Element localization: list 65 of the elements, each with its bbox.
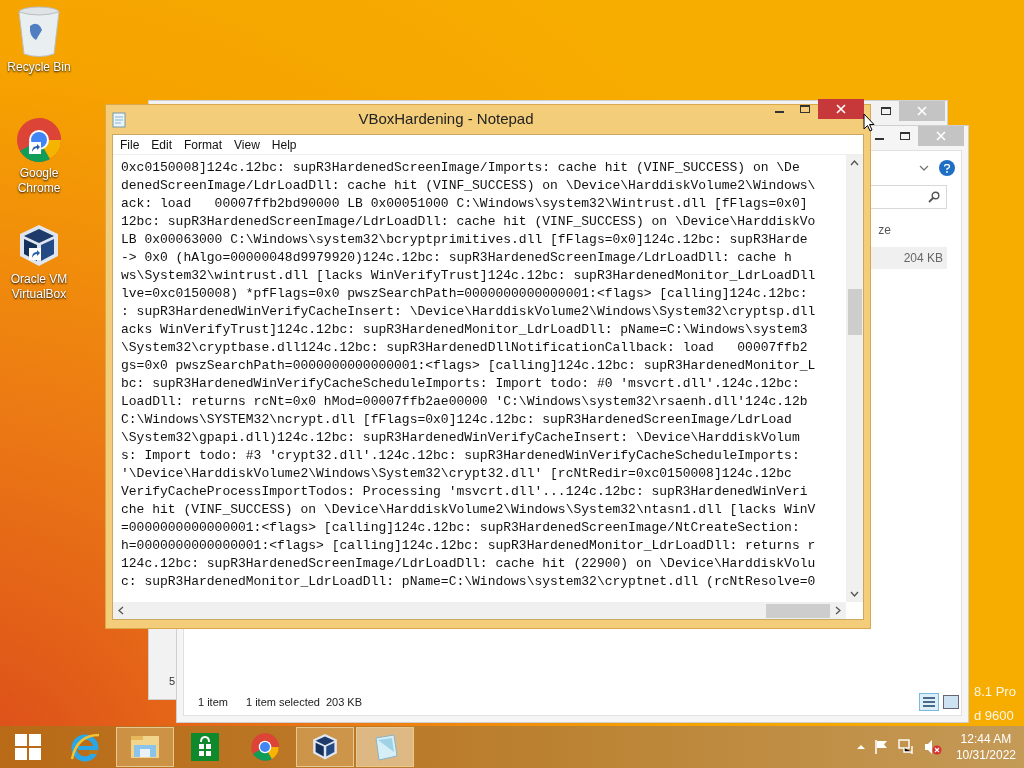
status-item-count: 1 item <box>198 694 228 710</box>
text-line: C:\Windows\SYSTEM32\ncrypt.dll [fFlags=0x0]124c.12bc: supR3HardenedScreenImage/LdrLoad <box>121 411 793 429</box>
text-line: 124c.12bc: supR3HardenedScreenImage/LdrLoadDll: cache hit (22900) on \Device\HarddiskVolu <box>121 555 817 573</box>
menu-item[interactable]: Help <box>266 135 302 154</box>
search-icon <box>928 191 940 203</box>
text-fragment: 5 <box>169 674 176 689</box>
text-line: 0xc0150008]124c.12bc: supR3HardenedScreenImage/Imports: cache hit (VINF_SUCCESS) on \De <box>121 159 801 177</box>
notepad-icon <box>112 111 126 128</box>
caret-up-icon[interactable] <box>855 744 866 750</box>
text-line: 12bc: supR3HardenedScreenImage/LdrLoadDll: cache hit (VINF_SUCCESS) on \Device\HarddiskVo <box>121 213 817 231</box>
network-icon[interactable] <box>897 739 916 755</box>
text-line: acks WinVerifyTrust]124c.12bc: supR3HardenedMonitor_LdrLoadDll: pName=C:\Windows\system3 <box>121 321 809 339</box>
os-build-text: 8.1 Pro <box>974 684 1016 700</box>
text-line: h=0000000000000001:<flags> [calling]124c.12bc: supR3HardenedMonitor_LdrLoadDll: returns r <box>121 537 817 555</box>
text-line: ws\System32\wintrust.dll [lacks WinVerifyTrust]124c.12bc: supR3HardenedMonitor_LdrLoadDll <box>121 267 817 285</box>
text-line: gs=0x0 pwszSearchPath=0000000000000001:<flags> [calling]124c.12bc: supR3HardenedMonitor_L <box>121 357 817 375</box>
text-line: ack: load 00007ffb2bd90000 LB 0x00051000 C:\Windows\system32\Wintrust.dll [fFlags=0x0] <box>121 195 809 213</box>
window-title: VBoxHardening - Notepad <box>357 109 535 130</box>
status-selection: 1 item selected <box>245 694 320 710</box>
text-line: LB 0x00063000 C:\Windows\system32\bcryptprimitives.dll [fFlags=0x0]124c.12bc: supR3Harde <box>121 231 809 249</box>
text-line: s: Import todo: #3 'crypt32.dll'.124c.12bc: supR3HardenedWinVerifyCacheScheduleImports: <box>121 447 801 465</box>
text-line: che hit (VINF_SUCCESS) on \Device\HarddiskVolume2\Windows\System32\ntasn1.dll [lacks WinV <box>121 501 817 519</box>
chrome-icon <box>250 732 280 762</box>
windows-logo-icon <box>15 734 41 760</box>
shortcut-arrow-icon <box>29 142 41 154</box>
taskbar-app-button[interactable] <box>296 727 354 767</box>
text-line: -> 0x0 (hAlgo=00000048d9979920)124c.12bc: supR3HardenedScreenImage/LdrLoadDll: cache h <box>121 249 793 267</box>
text-line: \System32\cryptbase.dll124c.12bc: supR3HardenedDllNotificationCallback: load 00007ffb2 <box>121 339 809 357</box>
text-line: bc: supR3HardenedWinVerifyCacheScheduleImports: Import todo: #0 'msvcrt.dll'.124c.12bc: <box>121 375 801 393</box>
scrollbar-thumb[interactable] <box>766 603 830 618</box>
close-icon <box>936 131 946 141</box>
text-line: denedScreenImage/LdrLoadDll: cache hit (VINF_SUCCESS) on \Device\HarddiskVolume2\Windows\ <box>121 177 817 195</box>
text-line: '\Device\HarddiskVolume2\Windows\System32\crypt32.dll' [rcNtRedir=0xc0150008]124c.12bc <box>121 465 793 483</box>
details-view-icon[interactable] <box>919 693 939 711</box>
chrome-icon <box>15 116 63 164</box>
close-icon <box>917 106 927 116</box>
text-line: c: supR3HardenedMonitor_LdrLoadDll: pName=C:\Windows\system32\cryptnet.dll (rcNtResolve=0 <box>121 573 817 591</box>
vertical-scrollbar[interactable] <box>846 155 863 602</box>
shortcut-arrow-icon <box>29 248 41 260</box>
text-line: lve=0xc0150008) *pfFlags=0x0 pwszSearchPath=0000000000000001:<flags> [calling]124c.12bc: <box>121 285 809 303</box>
folder-icon <box>129 733 161 761</box>
text-line: LoadDll: returns rcNt=0x0 hMod=00007ffb2ae00000 'C:\Windows\system32\rsaenh.dll'124c.12b <box>121 393 809 411</box>
menu-item[interactable]: Format <box>179 135 228 154</box>
browser-e-icon <box>69 731 101 763</box>
menu-item[interactable]: Edit <box>146 135 178 154</box>
menu-item[interactable]: File <box>115 135 145 154</box>
recycle-bin-icon <box>16 6 62 58</box>
flag-icon[interactable] <box>873 739 890 755</box>
text-line: : supR3HardenedWinVerifyCacheInsert: \Device\HarddiskVolume2\Windows\System32\cryptsp.dll <box>121 303 817 321</box>
status-size: 203 KB <box>325 694 363 710</box>
horizontal-scrollbar[interactable] <box>113 602 846 619</box>
text-line: VerifyCacheProcessImportTodos: Processing 'msvcrt.dll'...124c.12bc: supR3HardenedWinVeri <box>121 483 809 501</box>
text-line: \System32\gpapi.dll)124c.12bc: supR3HardenedWinVerifyCacheInsert: \Device\HarddiskVolum <box>121 429 801 447</box>
thumbnail-view-icon[interactable] <box>943 695 959 709</box>
text-line: =0000000000000001:<flags> [calling]124c.12bc: supR3HardenedScreenImage/NtCreateSection: <box>121 519 801 537</box>
help-icon[interactable] <box>939 160 955 176</box>
chevron-down-icon[interactable] <box>919 165 929 171</box>
scrollbar-thumb[interactable] <box>847 289 862 335</box>
menu-item[interactable]: View <box>229 135 265 154</box>
cube-icon <box>310 732 340 762</box>
store-bag-icon <box>191 733 219 761</box>
close-icon <box>836 104 846 114</box>
speaker-icon[interactable] <box>923 739 942 755</box>
column-header[interactable]: ze <box>878 221 891 239</box>
os-build-text: d 9600 <box>974 708 1015 724</box>
